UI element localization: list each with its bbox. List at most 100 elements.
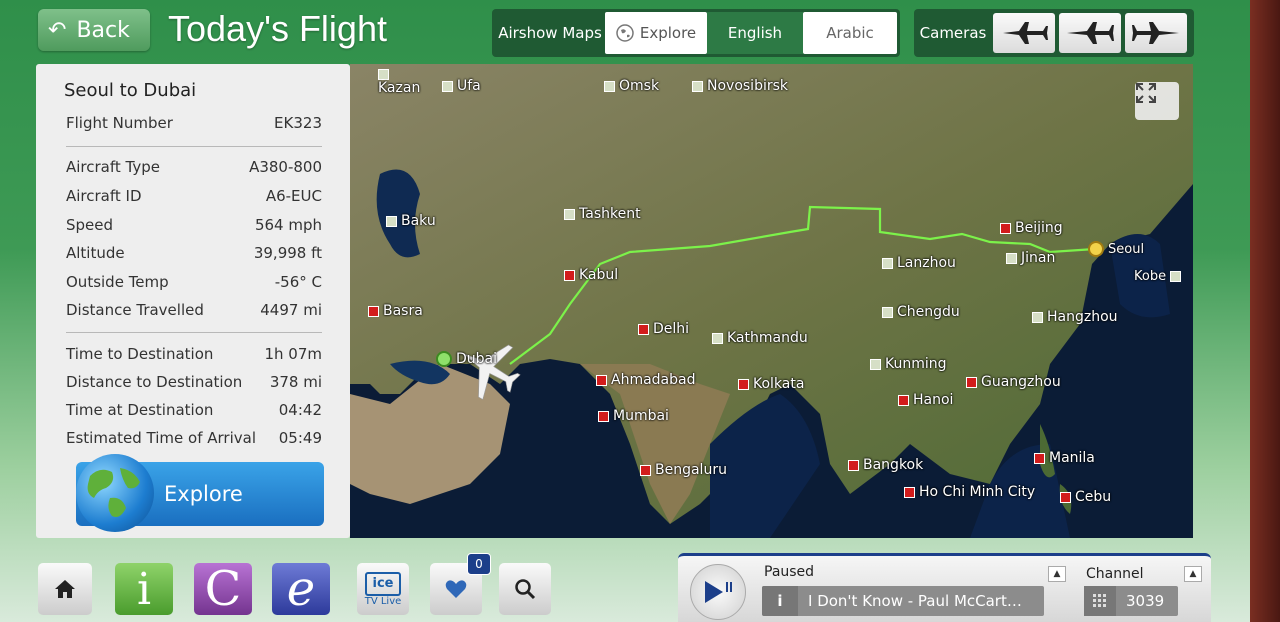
outside-temp-label: Outside Temp [66,273,169,291]
communications-button[interactable]: C [194,561,252,617]
city-label: Lanzhou [897,255,956,271]
city-marker [1006,252,1017,264]
search-icon [515,579,536,600]
screen-bezel [1250,0,1280,622]
time-to-destination-label: Time to Destination [66,345,214,363]
city-label: Kolkata [753,376,805,392]
city-marker [1060,491,1071,503]
city-label: Beijing [1015,220,1063,236]
city-marker [898,394,909,406]
city-lanzhou[interactable]: Lanzhou [882,255,956,271]
city-baku[interactable]: Baku [386,213,436,229]
tab-explore[interactable]: Explore [605,12,707,54]
info-button[interactable]: i [115,563,173,615]
city-kobe[interactable]: Kobe [1134,269,1182,284]
eta-value: 05:49 [278,429,322,447]
flight-number-value: EK323 [274,114,322,132]
entertainment-button[interactable]: e [272,561,330,617]
city-beijing[interactable]: Beijing [1000,220,1063,236]
tab-english[interactable]: English [707,12,803,54]
city-kunming[interactable]: Kunming [870,356,947,372]
city-marker [848,459,859,471]
airshow-maps-group: Airshow Maps Explore English Arabic [492,9,900,57]
city-marker [564,269,575,281]
camera-1-button[interactable] [993,13,1055,53]
eta-label: Estimated Time of Arrival [66,429,256,447]
city-marker [598,410,609,422]
plane-side-icon [1067,22,1114,44]
city-label: Kazan [378,80,421,96]
city-hangzhou[interactable]: Hangzhou [1032,309,1118,325]
distance-travelled-value: 4497 mi [260,301,322,319]
channel-display[interactable]: 3039 [1084,586,1178,616]
fullscreen-button[interactable] [1135,82,1179,120]
city-marker [368,305,379,317]
city-hanoi[interactable]: Hanoi [898,392,953,408]
city-marker [638,323,649,335]
aircraft-type-value: A380-800 [249,158,322,176]
play-pause-button[interactable] [690,564,746,620]
distance-to-destination-value: 378 mi [269,373,322,391]
city-label: Baku [401,213,436,229]
city-jinan[interactable]: Jinan [1006,250,1055,266]
tv-icon: ice [365,571,401,596]
aircraft-id-row: Aircraft ID A6-EUC [66,187,322,205]
track-display[interactable]: i I Don't Know - Paul McCart… [762,586,1044,616]
tv-live-button[interactable]: ice TV Live [357,563,409,615]
track-scroll-up-button[interactable]: ▲ [1048,566,1066,582]
city-kolkata[interactable]: Kolkata [738,376,804,392]
city-label: Mumbai [613,408,669,424]
city-kathmandu[interactable]: Kathmandu [712,330,808,346]
flight-map[interactable]: Kazan Ufa Omsk Novosibirsk Baku Tashkent… [350,64,1193,538]
origin-marker-icon [1088,241,1104,257]
camera-3-button[interactable] [1125,13,1187,53]
city-tashkent[interactable]: Tashkent [564,206,641,222]
communications-icon: C [204,561,242,617]
city-delhi[interactable]: Delhi [638,321,689,337]
city-label: Cebu [1075,489,1112,505]
city-kabul[interactable]: Kabul [564,267,618,283]
city-ufa[interactable]: Ufa [442,78,481,94]
city-cebu[interactable]: Cebu [1060,489,1111,505]
home-button[interactable] [38,563,92,615]
channel-scroll-up-button[interactable]: ▲ [1184,566,1202,582]
page-title: Today's Flight [168,8,387,49]
city-omsk[interactable]: Omsk [604,78,659,94]
city-label: Ufa [457,78,481,94]
city-marker [712,332,723,344]
camera-2-button[interactable] [1059,13,1121,53]
city-guangzhou[interactable]: Guangzhou [966,374,1061,390]
tab-arabic-label: Arabic [826,24,874,42]
city-mumbai[interactable]: Mumbai [598,408,669,424]
city-kazan[interactable]: Kazan [378,69,420,96]
city-dubai[interactable]: Dubai [436,351,497,367]
time-at-destination-label: Time at Destination [66,401,214,419]
flight-number-label: Flight Number [66,114,173,132]
city-marker [378,69,389,80]
city-label: Guangzhou [981,374,1061,390]
city-marker [640,464,651,476]
heart-icon [445,580,467,598]
altitude-label: Altitude [66,244,125,262]
channel-label: Channel [1086,566,1144,582]
city-chengdu[interactable]: Chengdu [882,304,960,320]
city-ho-chi-minh-city[interactable]: Ho Chi Minh City [904,484,1035,500]
explore-button-label: Explore [164,482,243,506]
city-label: Seoul [1108,241,1145,257]
city-manila[interactable]: Manila [1034,450,1095,466]
city-novosibirsk[interactable]: Novosibirsk [692,78,788,94]
speed-label: Speed [66,216,114,234]
flight-info-panel: Seoul to Dubai Flight Number EK323 Aircr… [36,64,350,538]
player-status: Paused [764,564,815,580]
city-bengaluru[interactable]: Bengaluru [640,462,727,478]
city-bangkok[interactable]: Bangkok [848,457,923,473]
back-button[interactable]: ↶ Back [38,9,150,51]
city-basra[interactable]: Basra [368,303,423,319]
city-ahmadabad[interactable]: Ahmadabad [596,372,696,388]
city-marker [1000,222,1011,234]
search-button[interactable] [499,563,551,615]
divider [66,332,322,333]
back-label: Back [76,17,130,43]
city-seoul[interactable]: Seoul [1088,241,1144,257]
tab-arabic[interactable]: Arabic [803,12,897,54]
